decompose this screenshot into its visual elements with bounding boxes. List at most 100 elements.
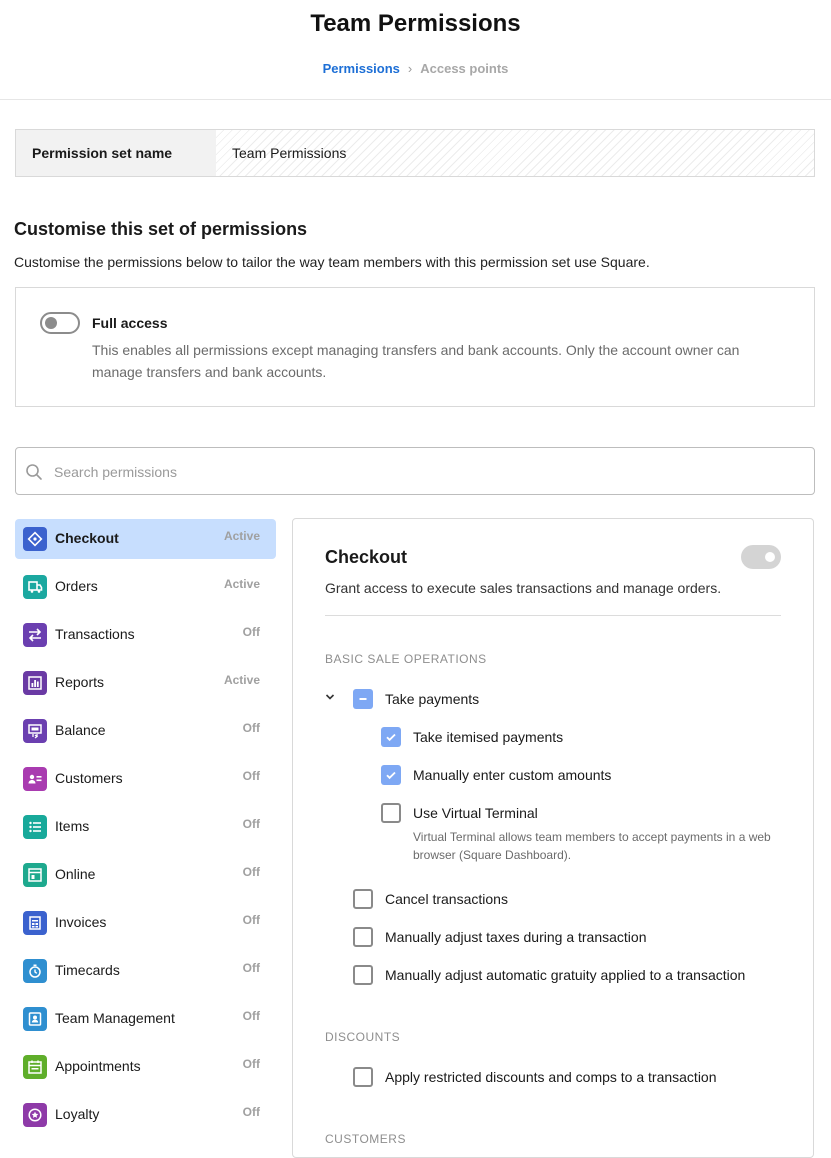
sidebar-item-label: Online [55, 866, 96, 882]
sidebar-item-timecards[interactable]: Timecards Off [15, 951, 276, 991]
permission-categories-sidebar: Checkout Active Orders Active Transactio… [15, 519, 276, 1143]
team-management-icon [23, 1007, 47, 1031]
breadcrumb-separator-icon: › [407, 61, 413, 76]
perm-label: Take payments [385, 691, 480, 707]
sidebar-item-status: Off [242, 625, 260, 639]
group-label-discounts: DISCOUNTS [325, 1030, 401, 1044]
sidebar-item-invoices[interactable]: Invoices Off [15, 903, 276, 943]
items-icon [23, 815, 47, 839]
sidebar-item-label: Balance [55, 722, 106, 738]
checkbox-unchecked[interactable] [353, 889, 373, 909]
sidebar-item-customers[interactable]: Customers Off [15, 759, 276, 799]
sidebar-item-status: Active [223, 673, 260, 687]
sidebar-item-label: Timecards [55, 962, 120, 978]
sidebar-item-label: Transactions [55, 626, 135, 642]
panel-title: Checkout [325, 547, 408, 567]
page-title: Team Permissions [310, 10, 521, 37]
sidebar-item-status: Off [242, 961, 260, 975]
chevron-down-icon[interactable] [324, 691, 336, 703]
breadcrumb-access-points[interactable]: Access points [420, 61, 508, 76]
orders-icon [23, 575, 47, 599]
online-icon [23, 863, 47, 887]
balance-icon [23, 719, 47, 743]
breadcrumb-permissions[interactable]: Permissions [323, 61, 400, 76]
sidebar-item-label: Orders [55, 578, 98, 594]
virtual-terminal-note: Virtual Terminal allows team members to … [413, 830, 771, 862]
perm-label: Manually enter custom amounts [413, 767, 612, 783]
check-icon [386, 733, 396, 742]
sidebar-item-appointments[interactable]: Appointments Off [15, 1047, 276, 1087]
sidebar-item-status: Off [242, 817, 260, 831]
sidebar-item-label: Items [55, 818, 90, 834]
search-box [15, 447, 815, 496]
permission-set-name-field[interactable]: Team Permissions [216, 130, 814, 176]
reports-icon [23, 671, 47, 695]
dash-icon [359, 698, 367, 700]
page-header: Team Permissions Permissions › Access poin… [0, 0, 831, 100]
sidebar-item-loyalty[interactable]: Loyalty Off [15, 1095, 276, 1135]
checkout-toggle[interactable] [741, 545, 781, 569]
sidebar-item-reports[interactable]: Reports Active [15, 663, 276, 703]
checkbox-unchecked[interactable] [353, 927, 373, 947]
group-label-customers: CUSTOMERS [325, 1132, 406, 1146]
sidebar-item-label: Appointments [55, 1058, 141, 1074]
search-input[interactable] [52, 448, 796, 496]
sidebar-item-team-management[interactable]: Team Management Off [15, 999, 276, 1039]
group-label-basic-sale-operations: BASIC SALE OPERATIONS [325, 652, 487, 666]
divider [325, 615, 781, 616]
search-icon [26, 464, 42, 480]
customise-title: Customise this set of permissions [14, 219, 308, 239]
transactions-icon [23, 623, 47, 647]
perm-label: Apply restricted discounts and comps to … [385, 1069, 717, 1085]
sidebar-item-status: Off [242, 1105, 260, 1119]
checkout-permissions-panel: Checkout Grant access to execute sales t… [292, 518, 814, 1158]
sidebar-item-status: Off [242, 1009, 260, 1023]
full-access-title: Full access [92, 315, 168, 331]
invoices-icon [23, 911, 47, 935]
sidebar-item-status: Off [242, 1057, 260, 1071]
sidebar-item-label: Team Management [55, 1010, 175, 1026]
permission-set-name-label: Permission set name [16, 130, 216, 176]
sidebar-item-status: Active [223, 577, 260, 591]
checkbox-unchecked[interactable] [353, 1067, 373, 1087]
full-access-toggle[interactable] [40, 312, 80, 334]
perm-label: Manually adjust automatic gratuity appli… [385, 967, 746, 983]
toggle-knob [45, 317, 57, 329]
perm-label: Cancel transactions [385, 891, 508, 907]
sidebar-item-online[interactable]: Online Off [15, 855, 276, 895]
full-access-description: This enables all permissions except mana… [92, 342, 740, 380]
checkbox-unchecked[interactable] [381, 803, 401, 823]
sidebar-item-label: Checkout [55, 530, 119, 546]
loyalty-icon [23, 1103, 47, 1127]
check-icon [386, 771, 396, 780]
sidebar-item-label: Loyalty [55, 1106, 100, 1122]
breadcrumb: Permissions › Access points [0, 61, 831, 76]
sidebar-item-label: Reports [55, 674, 105, 690]
checkbox-checked[interactable] [381, 765, 401, 785]
perm-label: Manually adjust taxes during a transacti… [385, 929, 647, 945]
full-access-card: Full access This enables all permissions… [15, 287, 815, 407]
sidebar-item-status: Off [242, 769, 260, 783]
permission-set-name-row: Permission set name Team Permissions [15, 129, 815, 177]
customise-description: Customise the permissions below to tailo… [14, 254, 650, 270]
sidebar-item-transactions[interactable]: Transactions Off [15, 615, 276, 655]
sidebar-item-status: Off [242, 865, 260, 879]
checkbox-unchecked[interactable] [353, 965, 373, 985]
checkbox-checked[interactable] [381, 727, 401, 747]
sidebar-item-checkout[interactable]: Checkout Active [15, 519, 276, 559]
appointments-icon [23, 1055, 47, 1079]
toggle-knob [765, 552, 775, 562]
customers-icon [23, 767, 47, 791]
checkout-icon [23, 527, 47, 551]
perm-label: Take itemised payments [413, 729, 564, 745]
sidebar-item-label: Invoices [55, 914, 107, 930]
sidebar-item-balance[interactable]: Balance Off [15, 711, 276, 751]
sidebar-item-status: Off [242, 721, 260, 735]
sidebar-item-status: Off [242, 913, 260, 927]
checkbox-partial[interactable] [353, 689, 373, 709]
timecards-icon [23, 959, 47, 983]
panel-description: Grant access to execute sales transactio… [325, 580, 722, 596]
sidebar-item-items[interactable]: Items Off [15, 807, 276, 847]
sidebar-item-orders[interactable]: Orders Active [15, 567, 276, 607]
sidebar-item-label: Customers [55, 770, 123, 786]
